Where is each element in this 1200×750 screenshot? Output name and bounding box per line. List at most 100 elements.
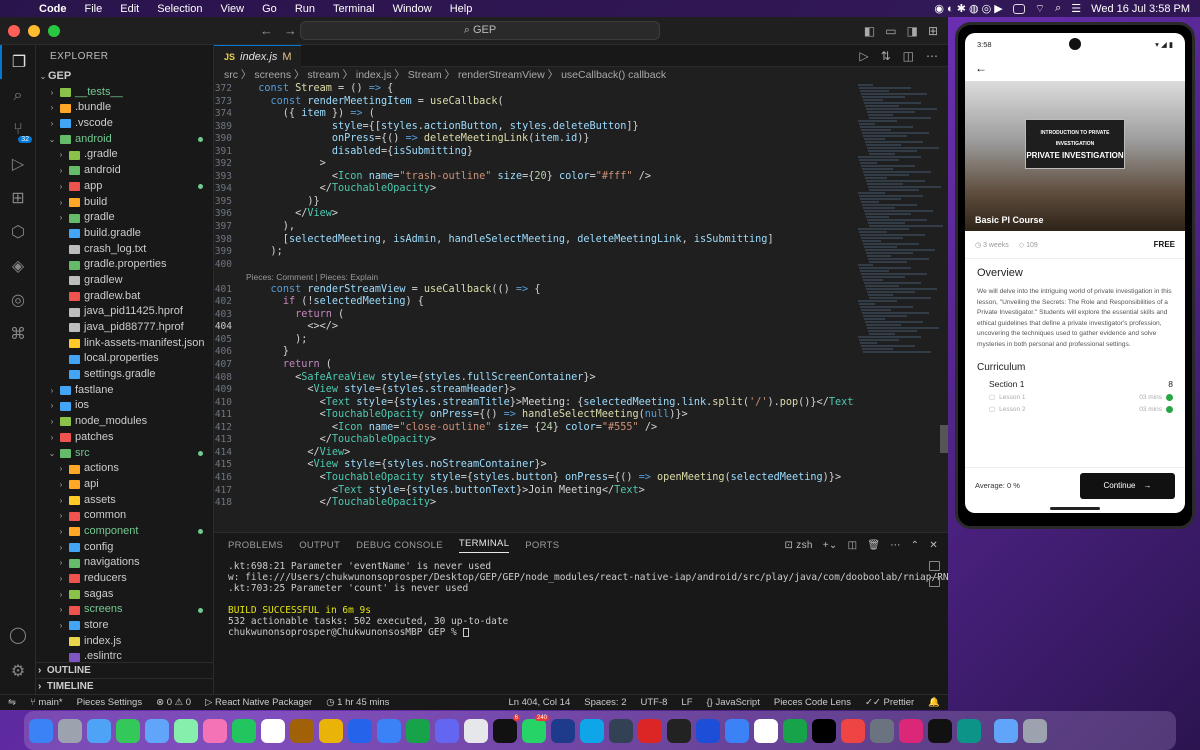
kill-terminal-icon[interactable]: 🗑	[867, 540, 880, 551]
editor-actions[interactable]: ▷ ⇅ ◫ ⋯	[859, 49, 938, 63]
remote-indicator-icon[interactable]: ⇋	[8, 697, 16, 708]
tree-item[interactable]: › fastlane	[36, 383, 213, 399]
menu-selection[interactable]: Selection	[148, 3, 211, 15]
back-button[interactable]: ←	[965, 55, 1185, 81]
menu-terminal[interactable]: Terminal	[324, 3, 384, 15]
tree-item[interactable]: › ios	[36, 398, 213, 414]
menu-run[interactable]: Run	[286, 3, 324, 15]
menu-help[interactable]: Help	[441, 3, 482, 15]
cube-icon[interactable]: ◈	[0, 249, 36, 283]
tree-item[interactable]: link-assets-manifest.json	[36, 336, 213, 352]
new-terminal-button[interactable]: +⌄	[823, 540, 838, 551]
downloads-folder-icon[interactable]	[994, 718, 1018, 743]
tree-item[interactable]: › config	[36, 540, 213, 556]
nav-arrows[interactable]: ← →	[260, 23, 297, 38]
calendar-icon[interactable]	[261, 718, 285, 743]
tree-item[interactable]: gradlew	[36, 273, 213, 289]
tree-item[interactable]: › __tests__	[36, 85, 213, 101]
menubar-clock[interactable]: Wed 16 Jul 3:58 PM	[1091, 3, 1190, 15]
tree-root[interactable]: ⌄ GEP	[36, 69, 213, 85]
tree-item[interactable]: › .vscode	[36, 116, 213, 132]
tree-item[interactable]: › build	[36, 195, 213, 211]
package-icon[interactable]: ⬡	[0, 215, 36, 249]
messages-icon[interactable]	[116, 718, 140, 743]
tree-item[interactable]: › app	[36, 179, 213, 195]
search-view-icon[interactable]: ⌕	[0, 79, 36, 113]
indentation[interactable]: Spaces: 2	[584, 697, 626, 708]
app-icon-1[interactable]	[551, 718, 575, 743]
close-window-button[interactable]	[8, 24, 20, 37]
code-lens[interactable]: Pieces: Comment | Pieces: Explain	[246, 271, 378, 284]
tree-item[interactable]: › .bundle	[36, 100, 213, 116]
layout-controls[interactable]: ◧ ▭ ◨ ⊞	[864, 24, 938, 38]
pieces-icon[interactable]: ◎	[0, 283, 36, 317]
tree-item[interactable]: › android	[36, 163, 213, 179]
safari-icon[interactable]	[87, 718, 111, 743]
prettier-status[interactable]: ✓✓ Prettier	[865, 697, 914, 708]
tab-index-js[interactable]: JS index.js M	[214, 45, 302, 67]
lesson-row[interactable]: ▢ Lesson 2 03 mins	[977, 405, 1173, 413]
remote-icon[interactable]: ⌘	[0, 317, 36, 351]
app-icon-2[interactable]	[580, 718, 604, 743]
system-settings-icon[interactable]	[464, 718, 488, 743]
tree-item[interactable]: › assets	[36, 493, 213, 509]
simulator-icon[interactable]	[957, 718, 981, 743]
terminal-prompt[interactable]: chukwunonsoprosper@ChukwunonsosMBP GEP %	[228, 627, 934, 638]
launchpad-icon[interactable]	[58, 718, 82, 743]
timeline-section[interactable]: › TIMELINE	[36, 678, 213, 694]
branch-indicator[interactable]: ⑂ main*	[30, 697, 63, 708]
tree-item[interactable]: gradle.properties	[36, 257, 213, 273]
time-tracker[interactable]: ◷ 1 hr 45 mins	[326, 697, 389, 708]
menu-app[interactable]: Code	[30, 3, 76, 15]
terminal-output[interactable]: .kt:698:21 Parameter 'eventName' is neve…	[214, 557, 948, 642]
tree-item[interactable]: gradlew.bat	[36, 289, 213, 305]
android-studio-icon[interactable]	[406, 718, 430, 743]
command-center-search[interactable]: ⌕ GEP	[300, 21, 660, 40]
encoding[interactable]: UTF-8	[640, 697, 667, 708]
settings-gear-icon[interactable]: ⚙	[0, 654, 36, 688]
freeform-icon[interactable]	[754, 718, 778, 743]
tree-item[interactable]: › screens	[36, 602, 213, 618]
tree-item[interactable]: ⌄ src	[36, 446, 213, 462]
tab-debug-console[interactable]: DEBUG CONSOLE	[356, 540, 443, 551]
tree-item[interactable]: › component	[36, 524, 213, 540]
tree-item[interactable]: java_pid11425.hprof	[36, 304, 213, 320]
tree-item[interactable]: crash_log.txt	[36, 242, 213, 258]
zoom-window-button[interactable]	[48, 24, 60, 37]
lesson-row[interactable]: ▢ Lesson 1 03 mins	[977, 393, 1173, 401]
slack-icon[interactable]	[435, 718, 459, 743]
menu-edit[interactable]: Edit	[111, 3, 148, 15]
terminal-shell-label[interactable]: ⊡ zsh	[785, 540, 813, 551]
tree-item[interactable]: › sagas	[36, 587, 213, 603]
menu-window[interactable]: Window	[384, 3, 441, 15]
apple-tv-icon[interactable]	[812, 718, 836, 743]
terminal-icon[interactable]	[928, 718, 952, 743]
app-store-icon[interactable]	[725, 718, 749, 743]
section-row[interactable]: Section 18	[977, 379, 1173, 389]
tree-item[interactable]: › patches	[36, 430, 213, 446]
app-icon-3[interactable]	[609, 718, 633, 743]
tab-terminal[interactable]: TERMINAL	[458, 538, 510, 553]
tree-item[interactable]: › store	[36, 618, 213, 634]
explorer-icon[interactable]: ❐	[0, 45, 36, 79]
x-icon[interactable]: 6	[493, 714, 520, 743]
tree-item[interactable]: › reducers	[36, 571, 213, 587]
status-icons[interactable]: ◉ ◐ ✱ ◍ ◎ ▶	[934, 2, 1002, 15]
account-icon[interactable]: ◯	[0, 618, 36, 652]
app-icon-5[interactable]	[870, 718, 894, 743]
course-body[interactable]: Overview We will delve into the intrigui…	[965, 259, 1185, 419]
maximize-panel-icon[interactable]: ⌃	[911, 540, 920, 551]
app-icon-6[interactable]	[899, 718, 923, 743]
tree-item[interactable]: › gradle	[36, 210, 213, 226]
whatsapp-icon[interactable]: 240	[522, 714, 549, 743]
xcode-icon[interactable]	[377, 718, 401, 743]
search-icon[interactable]: ⌕	[1055, 2, 1061, 15]
tree-item[interactable]: build.gradle	[36, 226, 213, 242]
music-icon[interactable]	[841, 718, 865, 743]
facetime-icon[interactable]	[232, 718, 256, 743]
menu-view[interactable]: View	[211, 3, 253, 15]
pieces-settings[interactable]: Pieces Settings	[77, 697, 142, 708]
outline-section[interactable]: › OUTLINE	[36, 662, 213, 678]
tab-problems[interactable]: PROBLEMS	[228, 540, 283, 551]
tab-ports[interactable]: PORTS	[525, 540, 559, 551]
